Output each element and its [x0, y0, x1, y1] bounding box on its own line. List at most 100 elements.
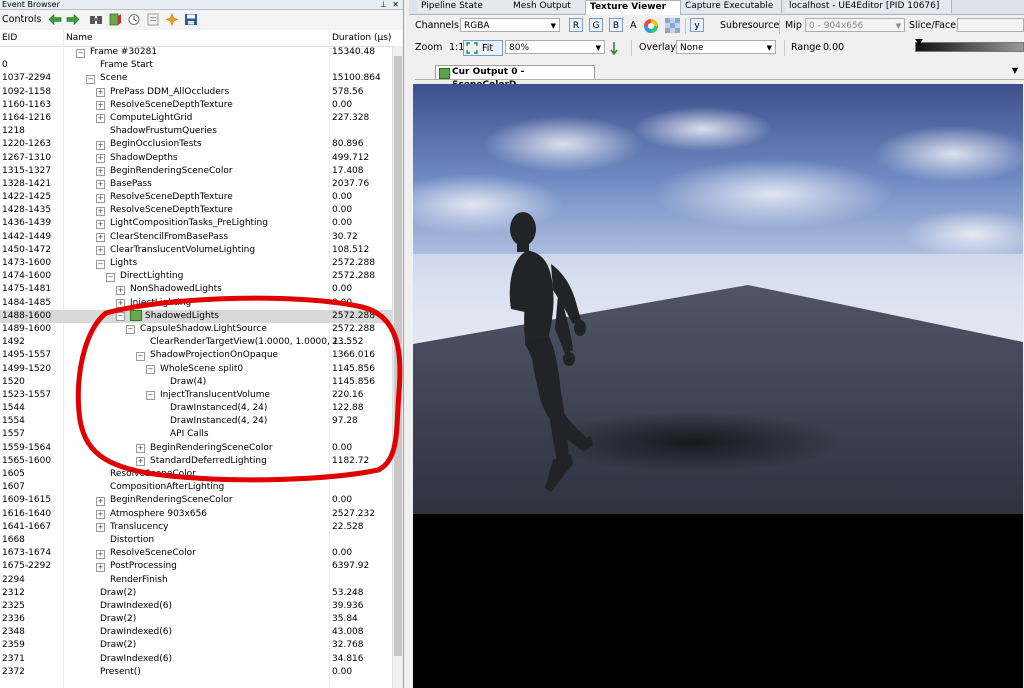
overlay-select[interactable]: None ▼ — [676, 40, 776, 54]
event-row[interactable]: 1092-1158 + PrePass DDM_AllOccluders 578.56 — [0, 86, 392, 99]
slice-face-select[interactable] — [957, 18, 1024, 32]
event-row[interactable]: 1495-1557 − ShadowProjectionOnOpaque 1366.0… — [0, 349, 392, 362]
event-list-scrollbar[interactable] — [392, 46, 403, 688]
chevron-down-icon[interactable]: ▼ — [1012, 66, 1018, 75]
expand-icon[interactable]: + — [96, 101, 105, 111]
event-row[interactable]: 1605 ResolveSceneColor — [0, 468, 392, 481]
expand-icon[interactable]: + — [96, 180, 105, 190]
event-row[interactable]: 1641-1667 + Translucency 22.528 — [0, 521, 392, 534]
event-row[interactable]: 2348 DrawIndexed(6) 43.008 — [0, 626, 392, 639]
event-row[interactable]: 1675-2292 + PostProcessing 6397.92 — [0, 560, 392, 573]
forward-arrow-icon[interactable] — [66, 13, 80, 26]
event-row[interactable]: 1442-1449 + ClearStencilFromBasePass 30.72 — [0, 231, 392, 244]
collapse-icon[interactable]: − — [146, 391, 155, 401]
event-row[interactable]: 1609-1615 + BeginRenderingSceneColor 0.00 — [0, 494, 392, 507]
event-row[interactable]: 1473-1600 − Lights 2572.288 — [0, 257, 392, 270]
eid-column-header[interactable]: EID — [2, 33, 17, 43]
collapse-icon[interactable]: − — [136, 351, 145, 361]
event-row[interactable]: 1218 ShadowFrustumQueries — [0, 125, 392, 138]
event-row[interactable]: 2371 DrawIndexed(6) 34.816 — [0, 653, 392, 666]
expand-icon[interactable]: + — [96, 219, 105, 229]
mip-select[interactable]: 0 - 904x656 ▼ — [805, 18, 905, 32]
flip-y-icon[interactable] — [609, 41, 619, 55]
event-row[interactable]: 2372 Present() 0.00 — [0, 666, 392, 679]
event-row[interactable]: 1523-1557 − InjectTranslucentVolume 220.16 — [0, 389, 392, 402]
duration-column-header[interactable]: Duration (µs) — [332, 33, 391, 43]
colour-markers-icon[interactable] — [165, 13, 179, 26]
event-row[interactable]: 1616-1640 + Atmosphere 903x656 2527.232 — [0, 508, 392, 521]
expand-icon[interactable]: + — [96, 523, 105, 533]
event-row[interactable]: 1488-1600 − ShadowedLights 2572.288 — [0, 309, 392, 323]
event-row[interactable]: 0 Frame Start — [0, 59, 392, 72]
tab-texture-viewer[interactable]: Texture Viewer — [585, 0, 681, 15]
expand-icon[interactable]: + — [96, 140, 105, 150]
gamma-toggle[interactable]: y — [690, 18, 704, 32]
expand-icon[interactable]: + — [96, 154, 105, 163]
expand-icon[interactable]: + — [116, 285, 125, 295]
event-row[interactable]: 1489-1600 − CapsuleShadow.LightSource 2572.… — [0, 323, 392, 336]
event-row[interactable]: 1475-1481 + NonShadowedLights 0.00 — [0, 283, 392, 296]
event-row[interactable]: 1492 ClearRenderTargetView(1.0000, 1.0000… — [0, 336, 392, 349]
event-row[interactable]: 1544 DrawInstanced(4, 24) 122.88 — [0, 402, 392, 415]
event-row[interactable]: 1554 DrawInstanced(4, 24) 97.28 — [0, 415, 392, 428]
event-row[interactable]: 1520 Draw(4) 1145.856 — [0, 376, 392, 389]
red-channel-toggle[interactable]: R — [569, 18, 583, 32]
event-row[interactable]: 1315-1327 + BeginRenderingSceneColor 17.408 — [0, 165, 392, 178]
expand-icon[interactable]: + — [96, 206, 105, 216]
tab-current-output[interactable]: Cur Output 0 - SceneColorD... — [435, 65, 595, 90]
event-row[interactable]: 2312 Draw(2) 53.248 — [0, 587, 392, 600]
collapse-icon[interactable]: − — [116, 312, 125, 322]
event-row[interactable]: 1422-1425 + ResolveSceneDepthTexture 0.00 — [0, 191, 392, 204]
tab-pipeline-state[interactable]: Pipeline State — [417, 0, 516, 13]
back-arrow-icon[interactable] — [48, 13, 62, 26]
expand-icon[interactable]: + — [96, 549, 105, 559]
channels-select[interactable]: RGBA ▼ — [460, 18, 560, 32]
green-channel-toggle[interactable]: G — [589, 18, 603, 32]
blue-channel-toggle[interactable]: B — [609, 18, 623, 32]
color-picker-icon[interactable] — [643, 18, 659, 34]
expand-icon[interactable]: + — [96, 114, 105, 124]
save-icon[interactable] — [184, 13, 198, 26]
checkerboard-icon[interactable] — [665, 18, 680, 33]
pin-icon[interactable]: ⊥ — [380, 0, 387, 10]
event-row[interactable]: 1450-1472 + ClearTranslucentVolumeLighting… — [0, 244, 392, 257]
alpha-channel-toggle[interactable]: A — [630, 20, 637, 31]
event-row[interactable]: 1668 Distortion — [0, 534, 392, 547]
event-row[interactable]: 1557 API Calls — [0, 428, 392, 441]
event-row[interactable]: 1565-1600 + StandardDeferredLighting 1182.7… — [0, 455, 392, 468]
texture-preview[interactable] — [413, 84, 1023, 688]
expand-icon[interactable]: + — [96, 167, 105, 177]
event-row[interactable]: 2325 DrawIndexed(6) 39.936 — [0, 600, 392, 613]
collapse-icon[interactable]: − — [86, 74, 95, 84]
expand-icon[interactable]: + — [136, 457, 145, 467]
collapse-icon[interactable]: − — [126, 325, 135, 335]
event-row[interactable]: 1160-1163 + ResolveSceneDepthTexture 0.00 — [0, 99, 392, 112]
export-icon[interactable] — [146, 13, 160, 26]
tab-localhost-ue4editor[interactable]: localhost - UE4Editor [PID 10676] — [785, 0, 952, 13]
zoom-1to1-button[interactable]: 1:1 — [449, 42, 464, 53]
expand-icon[interactable]: + — [96, 88, 105, 98]
fit-button[interactable]: Fit — [463, 40, 503, 56]
event-row[interactable]: 1428-1435 + ResolveSceneDepthTexture 0.00 — [0, 204, 392, 217]
expand-icon[interactable]: + — [96, 233, 105, 243]
expand-icon[interactable]: + — [96, 193, 105, 203]
event-row[interactable]: 1484-1485 + InjectLighting 0.00 — [0, 297, 392, 310]
collapse-icon[interactable]: − — [96, 259, 105, 269]
event-row[interactable]: 2359 Draw(2) 32.768 — [0, 639, 392, 652]
expand-icon[interactable]: + — [116, 299, 125, 309]
expand-icon[interactable]: + — [96, 246, 105, 256]
expand-icon[interactable]: + — [96, 496, 105, 506]
tab-capture-executable[interactable]: Capture Executable — [681, 0, 782, 13]
event-row[interactable]: 1037-2294 − Scene 15100.864 — [0, 72, 392, 85]
event-row[interactable]: 1559-1564 + BeginRenderingSceneColor 0.00 — [0, 442, 392, 455]
range-min-value[interactable]: 0.00 — [823, 42, 844, 53]
name-column-header[interactable]: Name — [66, 33, 93, 43]
find-icon[interactable] — [89, 13, 103, 26]
timeline-icon[interactable] — [127, 13, 141, 26]
zoom-select[interactable]: 80% ▼ — [505, 40, 605, 54]
scrollbar-thumb[interactable] — [394, 56, 402, 656]
expand-icon[interactable]: + — [96, 562, 105, 572]
collapse-icon[interactable]: − — [76, 48, 85, 58]
collapse-icon[interactable]: − — [106, 272, 115, 282]
event-row[interactable]: 1474-1600 − DirectLighting 2572.288 — [0, 270, 392, 283]
